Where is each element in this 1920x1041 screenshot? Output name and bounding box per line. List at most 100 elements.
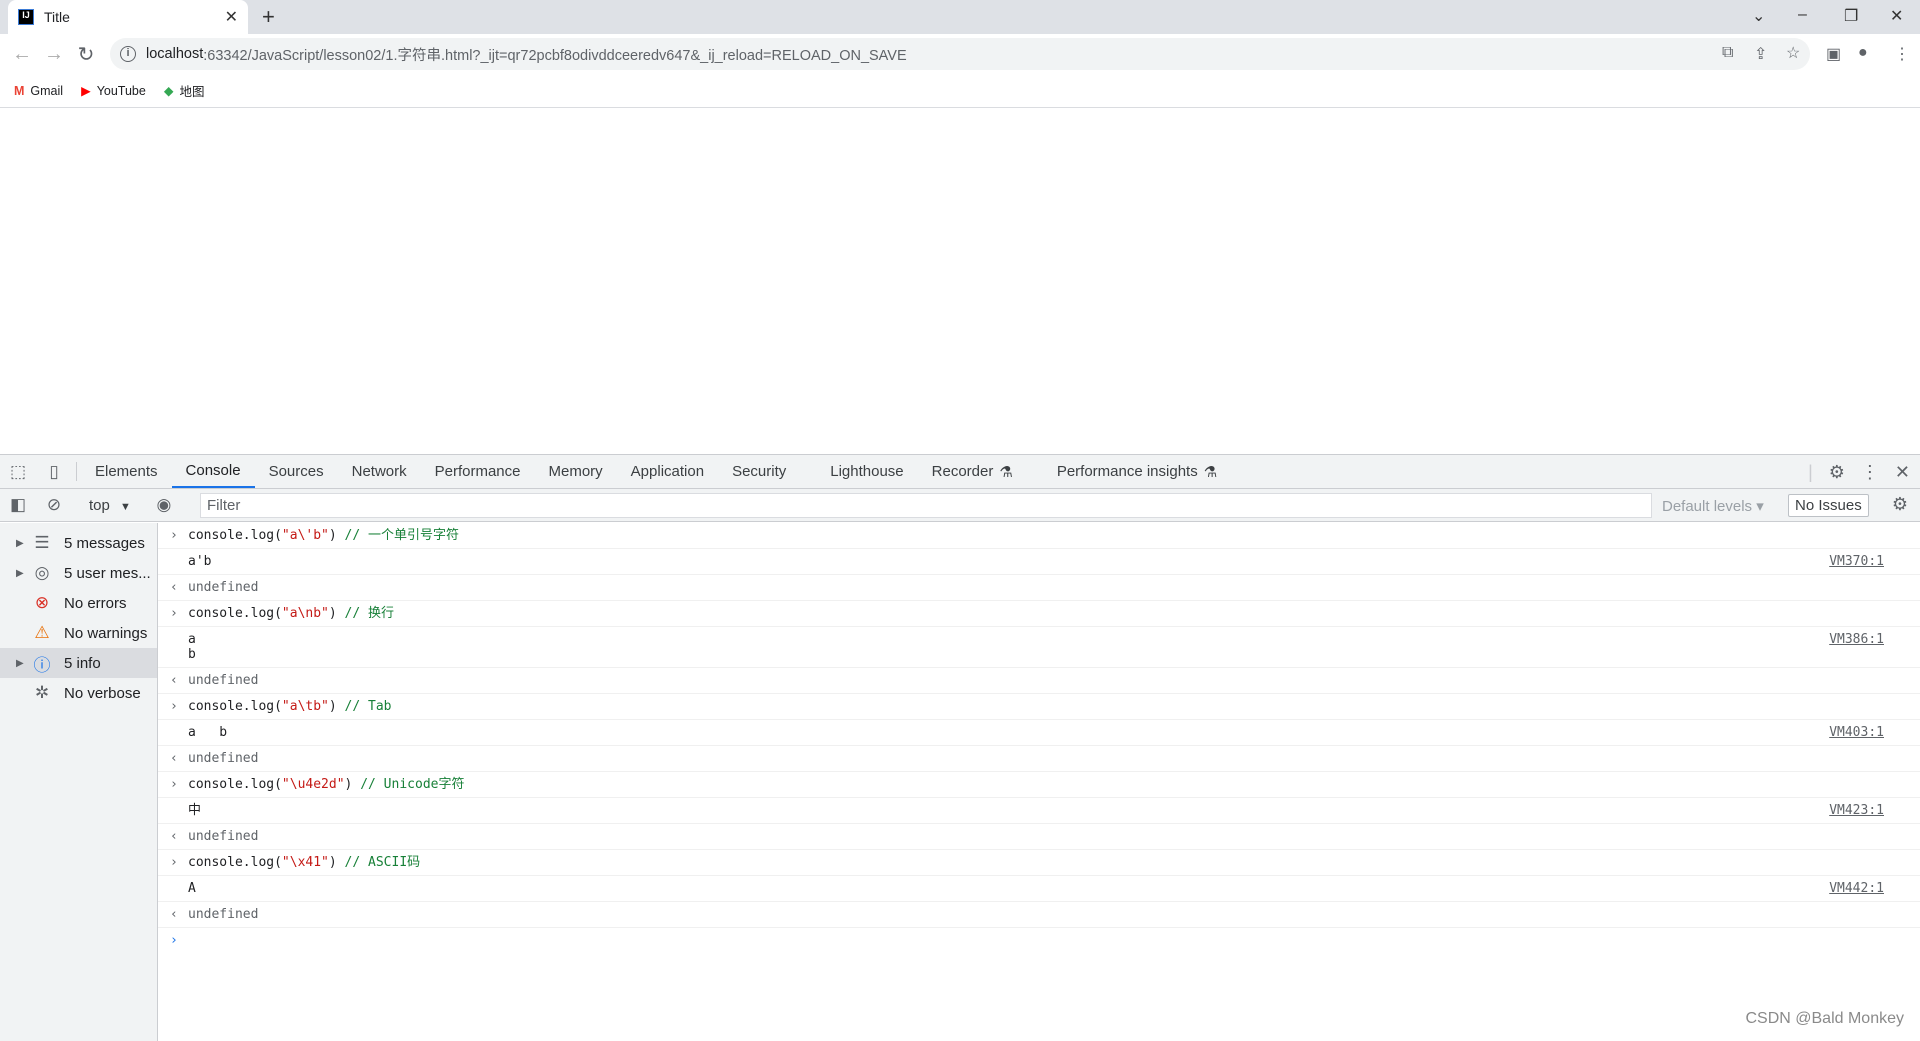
translate-icon[interactable]: ⧉ <box>1722 44 1733 62</box>
user-icon: ◎ <box>34 563 50 582</box>
youtube-icon: ▶ <box>81 84 91 98</box>
close-tab-icon[interactable]: ✕ <box>225 7 238 27</box>
gmail-icon: M <box>14 83 25 98</box>
maps-icon: ◆ <box>163 84 174 98</box>
restore-button[interactable]: ❐ <box>1844 6 1858 26</box>
reload-button[interactable]: ↻ <box>70 42 102 67</box>
return-arrow-icon: ‹ <box>170 580 178 595</box>
bookmark-youtube[interactable]: ▶ YouTube <box>81 83 146 99</box>
console-output-row: a b VM386:1 <box>158 627 1920 668</box>
settings-icon[interactable]: ⚙ <box>1829 462 1845 483</box>
tab-sources[interactable]: Sources <box>255 455 338 488</box>
source-link[interactable]: VM423:1 <box>1829 803 1884 818</box>
sidebar-item-user[interactable]: ▶ ◎ 5 user mes... <box>0 558 157 588</box>
tab-security[interactable]: Security <box>718 455 800 488</box>
console-settings-icon[interactable]: ⚙ <box>1892 494 1908 515</box>
address-bar[interactable]: i localhost:63342/JavaScript/lesson02/1.… <box>110 38 1810 70</box>
bookmark-star-icon[interactable]: ☆ <box>1786 43 1800 63</box>
site-info-icon[interactable]: i <box>120 46 136 62</box>
console-sidebar: ▶ ☰ 5 messages ▶ ◎ 5 user mes... ⊗ No errors ⚠ No… <box>0 523 158 1041</box>
source-link[interactable]: VM403:1 <box>1829 725 1884 740</box>
tab-console[interactable]: Console <box>171 455 255 488</box>
devtools-panel: ⬚ ▯ Elements Console Sources Network Perform… <box>0 454 1920 1041</box>
devtools-tabs: ⬚ ▯ Elements Console Sources Network Perform… <box>0 455 1920 489</box>
log-levels-dropdown[interactable]: Default levels ▾ <box>1662 497 1764 515</box>
warning-icon: ⚠ <box>34 623 50 642</box>
output-line: a'b <box>188 554 212 569</box>
minimize-button[interactable]: – <box>1798 6 1807 24</box>
tab-performance[interactable]: Performance <box>421 455 535 488</box>
clear-console-icon[interactable]: ⊘ <box>36 495 72 515</box>
bookmarks-bar: M Gmail ▶ YouTube ◆ 地图 <box>0 74 1920 108</box>
tab-memory[interactable]: Memory <box>535 455 617 488</box>
inspect-element-icon[interactable]: ⬚ <box>0 455 36 488</box>
tab-search-icon[interactable]: ⌄ <box>1752 6 1765 26</box>
sidebar-item-list[interactable]: ▶ ☰ 5 messages <box>0 528 157 558</box>
close-window-button[interactable]: ✕ <box>1890 6 1903 26</box>
return-arrow-icon: ‹ <box>170 829 178 844</box>
close-devtools-icon[interactable]: ✕ <box>1895 462 1910 483</box>
info-icon: ⓘ <box>33 655 51 675</box>
side-panel-icon[interactable]: ▣ <box>1826 44 1841 64</box>
console-messages: › console.log("a\'b") // 一个单引号字符 a'b VM370:… <box>158 523 1920 1040</box>
source-link[interactable]: VM386:1 <box>1829 632 1884 647</box>
tab-lighthouse[interactable]: Lighthouse <box>816 455 917 488</box>
console-input-row: › console.log("a\nb") // 换行 <box>158 601 1920 627</box>
console-output-row: 中 VM423:1 <box>158 798 1920 824</box>
tab-application[interactable]: Application <box>617 455 718 488</box>
menu-icon[interactable]: ⋮ <box>1894 44 1910 64</box>
more-options-icon[interactable]: ⋮ <box>1861 462 1879 483</box>
expand-triangle-icon: ▶ <box>16 657 24 669</box>
tab-recorder[interactable]: Recorder ⚗ <box>918 455 1027 488</box>
context-selector[interactable]: top ▼ <box>81 497 137 514</box>
sidebar-toggle-icon[interactable]: ◧ <box>0 495 36 515</box>
sidebar-item-warning[interactable]: ⚠ No warnings <box>0 618 157 648</box>
console-input-row: › console.log("a\'b") // 一个单引号字符 <box>158 523 1920 549</box>
output-line: a <box>188 632 196 647</box>
experimental-flask-icon: ⚗ <box>999 463 1013 481</box>
browser-tab[interactable]: IJ Title ✕ <box>8 0 248 34</box>
expand-triangle-icon: ▶ <box>16 537 24 549</box>
tab-strip: IJ Title ✕ + ⌄ – ❐ ✕ <box>0 0 1920 34</box>
sidebar-item-bug[interactable]: ✲ No verbose <box>0 678 157 708</box>
sidebar-item-error[interactable]: ⊗ No errors <box>0 588 157 618</box>
console-prompt[interactable]: › <box>158 928 1920 953</box>
forward-button[interactable]: → <box>38 43 70 66</box>
console-output-row: a b VM403:1 <box>158 720 1920 746</box>
tab-performance-insights[interactable]: Performance insights ⚗ <box>1043 455 1231 488</box>
input-chevron-icon: › <box>170 777 178 792</box>
back-button[interactable]: ← <box>6 43 38 66</box>
output-line: 中 <box>188 803 202 818</box>
list-icon: ☰ <box>34 533 50 552</box>
console-return-row: ‹ undefined <box>158 824 1920 850</box>
source-link[interactable]: VM442:1 <box>1829 881 1884 896</box>
bookmark-maps[interactable]: ◆ 地图 <box>164 81 205 100</box>
console-input-row: › console.log("\x41") // ASCII码 <box>158 850 1920 876</box>
url-path: :63342/JavaScript/lesson02/1.字符串.html?_i… <box>203 47 907 64</box>
expand-triangle-icon: ▶ <box>16 567 24 579</box>
error-icon: ⊗ <box>34 593 50 612</box>
experimental-flask-icon: ⚗ <box>1203 463 1218 481</box>
console-return-row: ‹ undefined <box>158 668 1920 694</box>
live-expression-eye-icon[interactable]: ◉ <box>146 495 182 515</box>
profile-icon[interactable]: ● <box>1858 44 1868 62</box>
source-link[interactable]: VM370:1 <box>1829 554 1884 569</box>
sidebar-item-info[interactable]: ▶ ⓘ 5 info <box>0 648 157 678</box>
tab-elements[interactable]: Elements <box>81 455 172 488</box>
browser-toolbar: ← → ↻ i localhost:63342/JavaScript/lesso… <box>0 34 1920 74</box>
watermark: CSDN @Bald Monkey <box>1745 1010 1904 1027</box>
intellij-favicon-icon: IJ <box>18 9 34 25</box>
console-input-row: › console.log("a\tb") // Tab <box>158 694 1920 720</box>
console-output-row: A VM442:1 <box>158 876 1920 902</box>
filter-input[interactable]: Filter <box>200 493 1652 518</box>
input-chevron-icon: › <box>170 855 178 870</box>
output-line: b <box>188 647 196 662</box>
bookmark-gmail[interactable]: M Gmail <box>14 84 63 98</box>
return-arrow-icon: ‹ <box>170 673 178 688</box>
tab-network[interactable]: Network <box>338 455 421 488</box>
new-tab-button[interactable]: + <box>262 4 275 30</box>
device-toolbar-icon[interactable]: ▯ <box>36 455 72 488</box>
issues-button[interactable]: No Issues <box>1788 494 1869 517</box>
share-icon[interactable]: ⇪ <box>1754 44 1767 64</box>
console-return-row: ‹ undefined <box>158 575 1920 601</box>
